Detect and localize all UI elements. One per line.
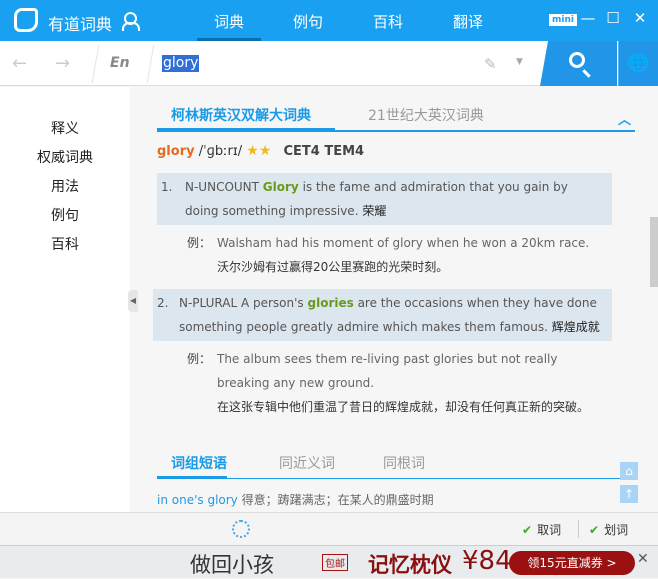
mini-mode-button[interactable]: mini bbox=[549, 14, 577, 26]
pick-word-toggle[interactable]: ✔ 取词 bbox=[522, 521, 561, 538]
sidebar: 释义 权威词典 用法 例句 百科 bbox=[0, 87, 130, 512]
active-subtab-indicator bbox=[157, 476, 227, 479]
close-button[interactable]: ✕ bbox=[632, 9, 648, 27]
ad-text: 做回小孩 bbox=[190, 553, 274, 577]
language-select[interactable]: En bbox=[110, 55, 130, 71]
search-input[interactable]: glory bbox=[162, 55, 200, 72]
tab-dictionary[interactable]: 词典 bbox=[197, 11, 261, 41]
forward-arrow-icon[interactable]: → bbox=[55, 53, 70, 74]
tab-cognates[interactable]: 同根词 bbox=[383, 453, 425, 473]
main-content: 柯林斯英汉双解大词典 21世纪大英汉词典 ︿ glory /ˈɡbːrɪ/ ★★… bbox=[130, 87, 658, 512]
example: 例： The album sees them re-living past gl… bbox=[187, 347, 599, 419]
phrase-chinese: 得意；踌躇满志；在某人的鼎盛时期 bbox=[241, 493, 434, 507]
tab-translate[interactable]: 翻译 bbox=[436, 11, 500, 32]
select-word-label: 划词 bbox=[604, 523, 629, 537]
definition-text: N-UNCOUNT bbox=[185, 180, 263, 194]
headword: glory bbox=[157, 144, 195, 159]
example-english: The album sees them re-living past glori… bbox=[217, 352, 558, 390]
sidebar-item-authoritative[interactable]: 权威词典 bbox=[0, 147, 130, 167]
ad-coupon-button[interactable]: 领15元直减券 > bbox=[509, 551, 635, 575]
divider bbox=[146, 45, 155, 83]
phonetic: /ˈɡbːrɪ/ bbox=[198, 144, 243, 159]
phrase-english[interactable]: in one's glory bbox=[157, 493, 238, 507]
app-logo-icon bbox=[14, 8, 38, 32]
ad-brand: 记忆枕仪 bbox=[368, 553, 452, 577]
definition-item: 1. N-UNCOUNT Glory is the fame and admir… bbox=[157, 173, 612, 225]
definition-text: N-PLURAL A person's bbox=[179, 296, 308, 310]
tab-21st-century[interactable]: 21世纪大英汉词典 bbox=[368, 105, 484, 125]
divider bbox=[578, 520, 579, 538]
app-title: 有道词典 bbox=[48, 15, 113, 34]
ad-price: ¥84 bbox=[462, 546, 512, 576]
chevron-down-icon[interactable]: ▼ bbox=[516, 57, 523, 67]
search-button[interactable] bbox=[540, 41, 617, 86]
entry-header: glory /ˈɡbːrɪ/ ★★ CET4 TEM4 bbox=[157, 143, 364, 159]
collapse-up-icon[interactable]: ︿ bbox=[618, 109, 631, 128]
example-chinese: 沃尔沙姆有过赢得20公里赛跑的光荣时刻。 bbox=[217, 260, 449, 274]
tab-synonyms[interactable]: 同近义词 bbox=[279, 453, 335, 473]
handwriting-icon[interactable]: ✎ bbox=[484, 55, 497, 73]
minimize-button[interactable]: — bbox=[580, 9, 596, 27]
tab-encyclopedia[interactable]: 百科 bbox=[356, 11, 420, 32]
user-icon[interactable] bbox=[122, 12, 140, 31]
ad-close-icon[interactable]: ✕ bbox=[637, 551, 649, 567]
tab-collins[interactable]: 柯林斯英汉双解大词典 bbox=[171, 105, 311, 125]
check-icon: ✔ bbox=[522, 523, 533, 537]
sidebar-item-usage[interactable]: 用法 bbox=[0, 176, 130, 196]
maximize-button[interactable]: ☐ bbox=[605, 9, 621, 27]
example-label: 例： bbox=[187, 352, 212, 366]
ad-banner[interactable]: 做回小孩 包邮 记忆枕仪 ¥84 领15元直减券 > ✕ bbox=[0, 545, 658, 578]
divider bbox=[91, 45, 100, 83]
example-chinese: 在这张专辑中他们重温了昔日的辉煌成就，却没有任何真正新的突破。 bbox=[217, 400, 590, 414]
phrase-item: in one's glory 得意；踌躇满志；在某人的鼎盛时期 bbox=[157, 491, 434, 508]
example: 例： Walsham had his moment of glory when … bbox=[187, 231, 607, 279]
globe-icon[interactable]: 🌐 bbox=[618, 41, 658, 86]
back-arrow-icon[interactable]: ← bbox=[12, 53, 27, 74]
definition-keyword: Glory bbox=[262, 180, 299, 194]
exam-tags: CET4 TEM4 bbox=[283, 144, 365, 159]
check-icon: ✔ bbox=[589, 523, 600, 537]
loading-icon bbox=[232, 520, 250, 538]
title-bar: 有道词典 词典 例句 百科 翻译 mini — ☐ ✕ bbox=[0, 0, 658, 41]
search-icon bbox=[569, 52, 585, 68]
sidebar-item-examples[interactable]: 例句 bbox=[0, 205, 130, 225]
definition-keyword: glories bbox=[307, 296, 354, 310]
scrollbar[interactable] bbox=[650, 217, 658, 287]
pick-word-label: 取词 bbox=[537, 523, 562, 537]
definition-number: 2. bbox=[157, 296, 169, 310]
tab-phrases[interactable]: 词组短语 bbox=[171, 453, 227, 473]
home-icon[interactable]: ⌂ bbox=[620, 462, 638, 480]
ad-badge: 包邮 bbox=[322, 554, 348, 571]
tab-examples[interactable]: 例句 bbox=[276, 11, 340, 32]
active-tab-indicator bbox=[157, 128, 335, 132]
select-word-toggle[interactable]: ✔ 划词 bbox=[589, 521, 628, 538]
definition-item: 2. N-PLURAL A person's glories are the o… bbox=[153, 289, 612, 341]
example-english: Walsham had his moment of glory when he … bbox=[217, 236, 590, 250]
star-rating-icon: ★★ bbox=[246, 143, 272, 159]
sidebar-item-definition[interactable]: 释义 bbox=[0, 118, 130, 138]
definition-number: 1. bbox=[161, 180, 173, 194]
search-bar: ← → En glory ✎ ▼ 🌐 bbox=[0, 41, 658, 86]
bottom-toolbar: ✔ 取词 ✔ 划词 bbox=[0, 512, 658, 545]
example-label: 例： bbox=[187, 236, 212, 250]
definition-translation: 荣耀 bbox=[362, 204, 387, 218]
back-to-top-icon[interactable]: ↑ bbox=[620, 485, 638, 503]
sidebar-item-encyclopedia[interactable]: 百科 bbox=[0, 234, 130, 254]
definition-translation: 辉煌成就 bbox=[551, 320, 600, 334]
